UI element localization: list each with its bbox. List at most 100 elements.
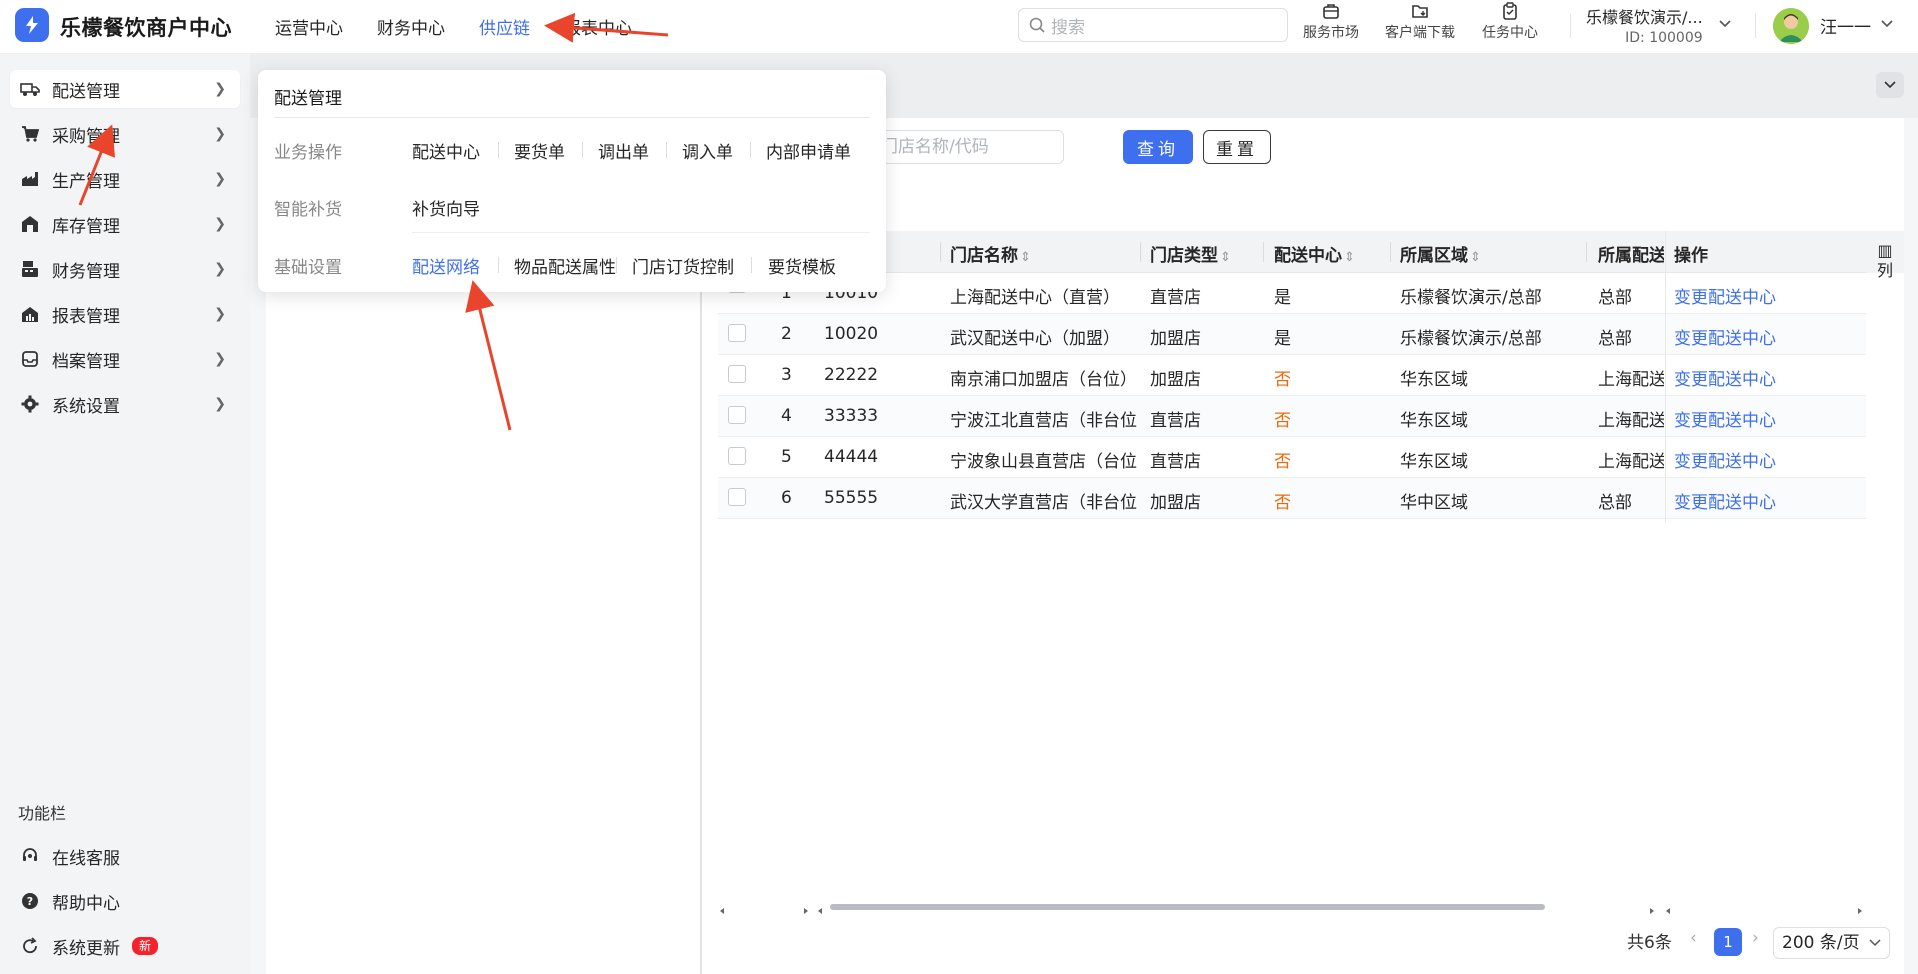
topnav-finance[interactable]: 财务中心 [377, 14, 445, 39]
col-delivery[interactable]: 所属配送 [1598, 241, 1664, 266]
row-checkbox[interactable] [728, 488, 746, 506]
cash-register-icon [20, 259, 40, 279]
fixed-action-column-border [1665, 231, 1865, 522]
menu-group-label: 业务操作 [274, 143, 342, 163]
row-checkbox[interactable] [728, 365, 746, 383]
row-index: 3 [781, 365, 792, 385]
sidebar-item-label: 采购管理 [52, 126, 120, 147]
sidebar-item-label: 库存管理 [52, 216, 120, 237]
store-code: 22222 [824, 365, 879, 385]
sidebar-item-delivery[interactable]: 配送管理 ❯ [10, 70, 240, 108]
search-placeholder: 搜索 [1051, 17, 1085, 38]
sidebar-system-update[interactable]: 系统更新 新 [10, 927, 240, 965]
menu-item-replenish-wizard[interactable]: 补货向导 [412, 195, 480, 220]
gear-icon [20, 394, 40, 414]
chevron-right-icon: ❯ [214, 216, 226, 232]
user-name[interactable]: 汪一一 [1820, 13, 1871, 38]
col-store-name[interactable]: 门店名称 ⇕ [950, 241, 1031, 266]
sidebar-item-label: 档案管理 [52, 351, 120, 372]
avatar[interactable] [1773, 8, 1809, 44]
menu-item-transfer-in[interactable]: 调入单 [682, 138, 733, 163]
new-badge: 新 [132, 937, 159, 955]
store-region: 华东区域 [1400, 370, 1468, 390]
chevron-down-icon[interactable] [1718, 18, 1732, 32]
topnav-supply-chain[interactable]: 供应链 [479, 14, 530, 39]
divider [1570, 14, 1571, 38]
client-download-button[interactable]: 客户端下载 [1385, 2, 1455, 42]
divider [498, 142, 499, 158]
store-code: 33333 [824, 406, 879, 426]
refresh-icon [20, 936, 40, 956]
sidebar-item-label: 财务管理 [52, 261, 120, 282]
sidebar: 配送管理 ❯ 采购管理 ❯ 生产管理 ❯ 库存管理 ❯ 财务管理 ❯ 报表管理 … [0, 54, 250, 974]
collapse-tabs-button[interactable] [1876, 72, 1904, 98]
page-size-select[interactable]: 200 条/页 [1773, 927, 1890, 959]
store-region: 华东区域 [1400, 452, 1468, 472]
divider [582, 142, 583, 158]
chevron-down-icon[interactable] [1880, 18, 1894, 32]
menu-item-store-order-control[interactable]: 门店订货控制 [632, 253, 734, 278]
store-name: 武汉大学直营店（非台位 [950, 493, 1137, 513]
menu-item-transfer-out[interactable]: 调出单 [598, 138, 649, 163]
tenant-selector[interactable]: 乐檬餐饮演示/... ID: 100009 [1586, 4, 1703, 46]
search-input[interactable]: 搜索 [1018, 8, 1288, 42]
reset-button[interactable]: 重置 [1203, 130, 1271, 164]
store-name: 宁波象山县直营店（台位 [950, 452, 1137, 472]
sidebar-item-inventory[interactable]: 库存管理 ❯ [10, 205, 240, 243]
chevron-right-icon: ❯ [214, 126, 226, 142]
sidebar-item-reports[interactable]: 报表管理 ❯ [10, 295, 240, 333]
truck-icon [20, 79, 40, 99]
page-size-value: 200 条/页 [1782, 933, 1860, 953]
download-folder-icon [1412, 5, 1428, 18]
divider [1263, 242, 1264, 262]
menu-item-requisition[interactable]: 要货单 [514, 138, 565, 163]
store-type: 加盟店 [1150, 493, 1201, 513]
divider [498, 257, 499, 273]
menu-item-delivery-center[interactable]: 配送中心 [412, 138, 480, 163]
page-1-button[interactable]: 1 [1714, 928, 1742, 956]
col-store-type[interactable]: 门店类型 ⇕ [1150, 241, 1231, 266]
store-region: 乐檬餐饮演示/总部 [1400, 329, 1542, 349]
store-type: 直营店 [1150, 411, 1201, 431]
row-checkbox[interactable] [728, 447, 746, 465]
sidebar-item-label: 在线客服 [52, 848, 120, 869]
next-page-icon[interactable]: › [1752, 928, 1759, 948]
menu-item-requisition-template[interactable]: 要货模板 [768, 253, 836, 278]
prev-page-icon[interactable]: ‹ [1690, 928, 1697, 948]
chevron-right-icon: ❯ [214, 171, 226, 187]
app-logo-icon[interactable] [15, 8, 49, 42]
column-settings-button[interactable]: ▥ 列 [1866, 231, 1904, 280]
sidebar-item-production[interactable]: 生产管理 ❯ [10, 160, 240, 198]
query-button[interactable]: 查询 [1123, 130, 1193, 164]
row-checkbox[interactable] [728, 406, 746, 424]
divider [751, 257, 752, 273]
store-type: 直营店 [1150, 288, 1201, 308]
menu-item-delivery-network[interactable]: 配送网络 [412, 253, 480, 278]
menu-item-item-delivery-attr[interactable]: 物品配送属性 [514, 253, 616, 278]
topnav-reports[interactable]: 报表中心 [564, 14, 632, 39]
sidebar-item-purchase[interactable]: 采购管理 ❯ [10, 115, 240, 153]
row-checkbox[interactable] [728, 324, 746, 342]
divider [1755, 14, 1756, 38]
col-delivery-center[interactable]: 配送中心 ⇕ [1274, 241, 1355, 266]
sidebar-help-center[interactable]: ? 帮助中心 [10, 882, 240, 920]
function-bar-title: 功能栏 [18, 804, 67, 823]
sidebar-item-finance[interactable]: 财务管理 ❯ [10, 250, 240, 288]
sidebar-item-settings[interactable]: 系统设置 ❯ [10, 385, 240, 423]
store-code: 44444 [824, 447, 879, 467]
store-type: 加盟店 [1150, 329, 1201, 349]
menu-item-internal-request[interactable]: 内部申请单 [766, 138, 851, 163]
topnav-operations[interactable]: 运营中心 [275, 14, 343, 39]
chevron-right-icon: ❯ [214, 396, 226, 412]
sidebar-item-label: 配送管理 [52, 81, 120, 102]
chevron-down-icon [1884, 81, 1896, 89]
chevron-right-icon: ❯ [214, 261, 226, 277]
sidebar-item-archive[interactable]: 档案管理 ❯ [10, 340, 240, 378]
scrollbar-thumb[interactable] [830, 904, 1545, 910]
col-region[interactable]: 所属区域 ⇕ [1400, 241, 1481, 266]
task-center-button[interactable]: 任务中心 [1482, 2, 1538, 42]
sidebar-online-service[interactable]: 在线客服 [10, 837, 240, 875]
service-market-button[interactable]: 服务市场 [1303, 2, 1359, 42]
total-count: 共6条 [1627, 933, 1672, 953]
divider [412, 232, 870, 233]
